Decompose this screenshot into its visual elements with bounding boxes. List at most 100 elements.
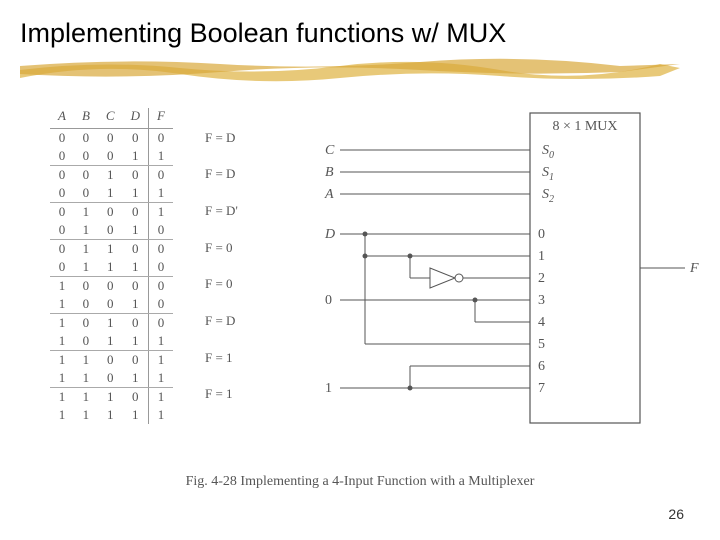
input-label-D: D	[324, 227, 335, 242]
table-row: 10111	[50, 332, 173, 351]
table-cell: 1	[50, 351, 74, 370]
output-label-F: F	[689, 261, 699, 276]
table-row: 01110	[50, 258, 173, 277]
table-cell: 0	[123, 129, 149, 148]
table-cell: 0	[148, 129, 172, 148]
table-cell: 0	[74, 295, 98, 314]
data-in-7: 7	[538, 381, 545, 396]
table-cell: 1	[148, 332, 172, 351]
col-C: C	[98, 108, 123, 129]
inverter-icon	[430, 268, 455, 288]
table-cell: 0	[148, 240, 172, 259]
table-cell: 1	[123, 295, 149, 314]
table-cell: 0	[74, 314, 98, 333]
table-cell: 1	[123, 332, 149, 351]
table-cell: 1	[148, 147, 172, 166]
data-in-0: 0	[538, 227, 545, 242]
table-cell: 1	[50, 369, 74, 388]
table-cell: 0	[50, 203, 74, 222]
table-cell: 0	[98, 203, 123, 222]
input-label-one: 1	[325, 381, 332, 396]
table-row: 11111	[50, 406, 173, 424]
table-cell: 1	[74, 240, 98, 259]
figure-caption: Fig. 4-28 Implementing a 4-Input Functio…	[0, 474, 720, 490]
input-label-C: C	[325, 143, 335, 158]
table-cell: 1	[123, 406, 149, 424]
table-cell: 0	[98, 295, 123, 314]
table-row: 01100	[50, 240, 173, 259]
table-cell: 1	[148, 184, 172, 203]
mux-title: 8 × 1 MUX	[552, 119, 617, 134]
f-annotation: F = D'	[205, 203, 238, 219]
table-cell: 1	[50, 277, 74, 296]
table-cell: 1	[98, 184, 123, 203]
table-row: 10010	[50, 295, 173, 314]
table-cell: 1	[74, 369, 98, 388]
table-cell: 0	[123, 203, 149, 222]
table-cell: 1	[50, 388, 74, 407]
table-cell: 0	[98, 277, 123, 296]
table-cell: 0	[123, 388, 149, 407]
input-label-zero: 0	[325, 293, 332, 308]
page-number: 26	[668, 506, 684, 522]
f-annotation: F = 0	[205, 240, 233, 256]
table-cell: 1	[98, 240, 123, 259]
table-row: 00011	[50, 147, 173, 166]
mux-box	[530, 113, 640, 423]
data-in-4: 4	[538, 315, 545, 330]
table-cell: 1	[148, 388, 172, 407]
select-S2: S2	[542, 187, 554, 205]
table-cell: 0	[123, 240, 149, 259]
truth-table: A B C D F 000000001100100001110100101010…	[50, 108, 173, 424]
table-cell: 1	[50, 295, 74, 314]
table-cell: 0	[50, 166, 74, 185]
table-cell: 1	[148, 369, 172, 388]
table-row: 10000	[50, 277, 173, 296]
table-cell: 1	[74, 221, 98, 240]
data-in-5: 5	[538, 337, 545, 352]
table-cell: 1	[98, 332, 123, 351]
table-cell: 0	[50, 221, 74, 240]
table-cell: 0	[50, 184, 74, 203]
table-row: 01010	[50, 221, 173, 240]
table-row: 11001	[50, 351, 173, 370]
table-cell: 0	[148, 314, 172, 333]
table-cell: 1	[74, 203, 98, 222]
table-cell: 0	[123, 166, 149, 185]
table-row: 11101	[50, 388, 173, 407]
table-header-row: A B C D F	[50, 108, 173, 129]
table-cell: 1	[74, 351, 98, 370]
table-cell: 0	[148, 166, 172, 185]
table-cell: 1	[98, 258, 123, 277]
table-cell: 0	[148, 277, 172, 296]
f-annotation: F = D	[205, 130, 235, 146]
col-F: F	[148, 108, 172, 129]
table-cell: 0	[50, 258, 74, 277]
table-cell: 1	[98, 314, 123, 333]
table-cell: 0	[148, 221, 172, 240]
col-D: D	[123, 108, 149, 129]
mux-circuit-diagram: 8 × 1 MUX C S0 B S1 A S2 0 1 2 3 4 5 6 7…	[310, 108, 700, 438]
select-S1: S1	[542, 165, 554, 183]
table-cell: 1	[50, 406, 74, 424]
data-in-6: 6	[538, 359, 545, 374]
title-underline-decoration	[20, 56, 680, 84]
table-row: 00100	[50, 166, 173, 185]
f-annotation: F = D	[205, 313, 235, 329]
table-cell: 0	[98, 221, 123, 240]
table-cell: 1	[98, 388, 123, 407]
select-S0: S0	[542, 143, 554, 161]
table-cell: 1	[148, 203, 172, 222]
table-cell: 1	[98, 406, 123, 424]
input-label-B: B	[325, 165, 334, 180]
table-cell: 1	[98, 166, 123, 185]
table-row: 01001	[50, 203, 173, 222]
table-cell: 0	[148, 295, 172, 314]
table-cell: 1	[74, 258, 98, 277]
table-cell: 0	[74, 166, 98, 185]
table-row: 11011	[50, 369, 173, 388]
data-in-1: 1	[538, 249, 545, 264]
table-cell: 1	[74, 388, 98, 407]
table-cell: 1	[123, 258, 149, 277]
slide-title: Implementing Boolean functions w/ MUX	[20, 18, 506, 49]
